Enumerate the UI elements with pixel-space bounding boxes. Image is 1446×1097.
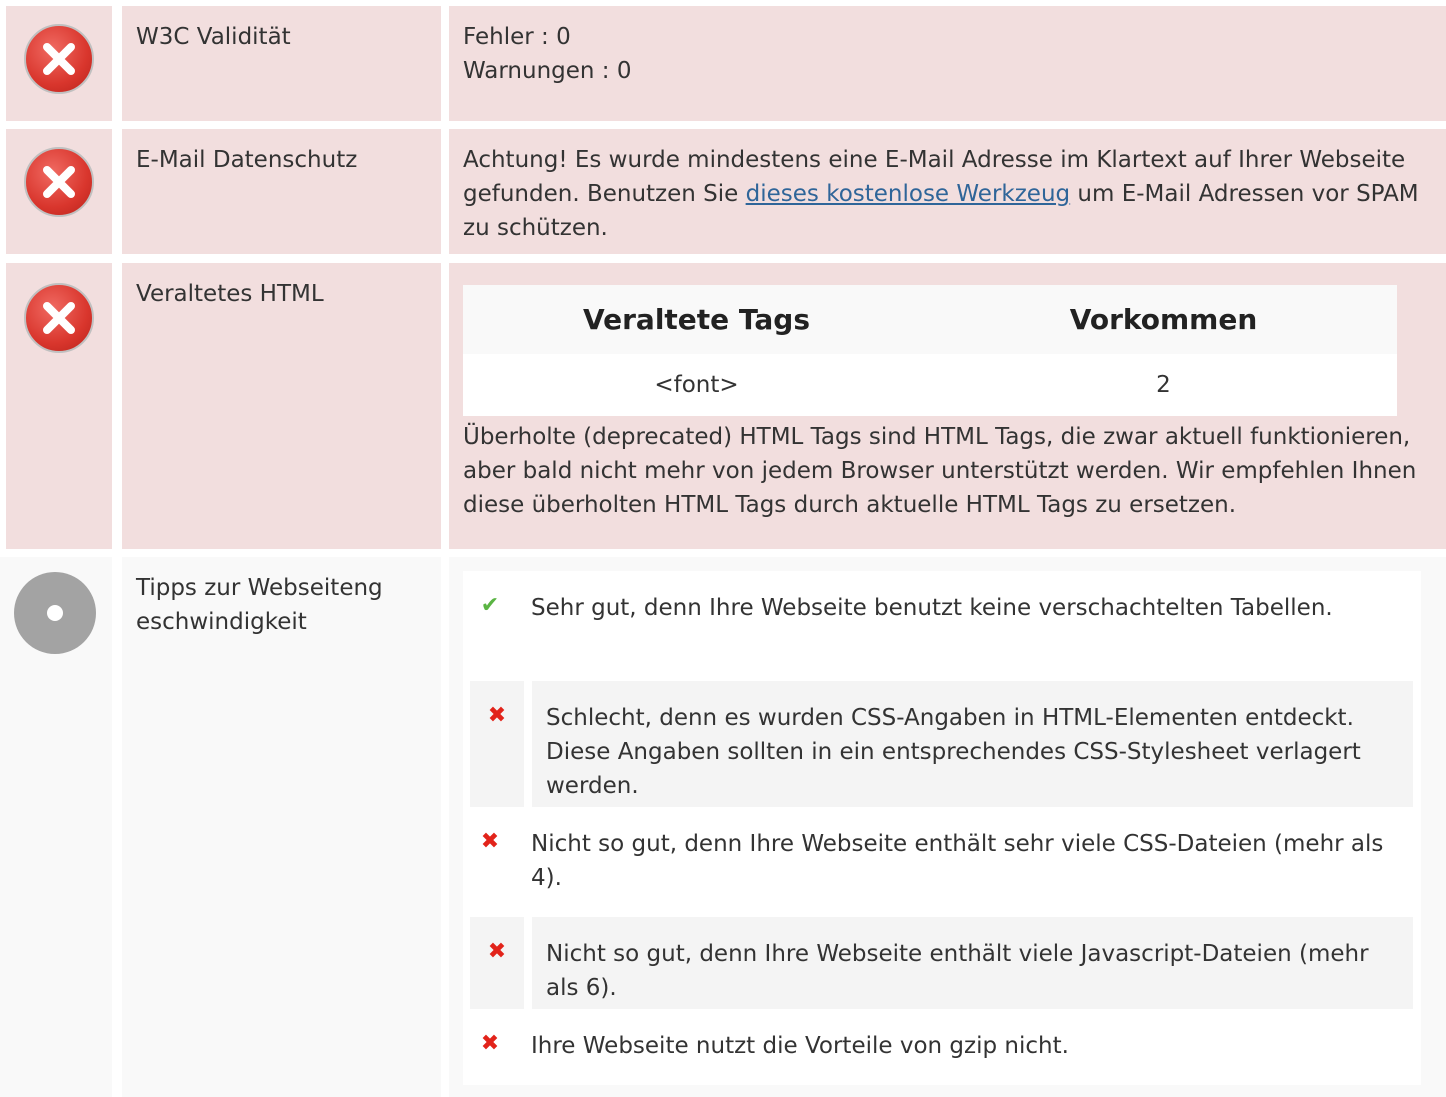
check-row-deprecated-html: Veraltetes HTML Veraltete Tags Vorkommen… <box>0 263 1446 549</box>
list-item: ✖ Ihre Webseite nutzt die Vorteile von g… <box>463 1009 1421 1085</box>
error-icon <box>24 283 94 353</box>
status-cell <box>0 557 112 1097</box>
cross-icon: ✖ <box>480 829 500 854</box>
check-row-w3c: W3C Validität Fehler : 0 Warnungen : 0 <box>0 6 1446 121</box>
status-cell <box>6 263 112 549</box>
table-row: <font> 2 <box>463 354 1397 416</box>
list-item: ✔ Sehr gut, denn Ihre Webseite benutzt k… <box>463 571 1421 681</box>
tip-text: Sehr gut, denn Ihre Webseite benutzt kei… <box>531 595 1333 621</box>
count-cell: 2 <box>930 354 1397 416</box>
row-label: Veraltetes HTML <box>122 263 441 549</box>
deprecated-tags-table: Veraltete Tags Vorkommen <font> 2 <box>463 285 1397 416</box>
tag-cell: <font> <box>463 354 930 416</box>
check-row-speed-tips: Tipps zur Webseiteng eschwindigkeit ✔ Se… <box>0 557 1446 1097</box>
tip-text: Nicht so gut, denn Ihre Webseite enthält… <box>531 831 1384 891</box>
error-icon <box>24 147 94 217</box>
tip-text: Ihre Webseite nutzt die Vorteile von gzi… <box>531 1033 1069 1059</box>
row-value: Fehler : 0 Warnungen : 0 <box>449 6 1446 121</box>
warnings-count: Warnungen : 0 <box>463 58 632 84</box>
deprecated-description: Überholte (deprecated) HTML Tags sind HT… <box>463 424 1417 518</box>
list-item: ✖ Nicht so gut, denn Ihre Webseite enthä… <box>463 807 1421 917</box>
check-icon: ✔ <box>480 593 500 618</box>
cross-icon: ✖ <box>470 681 524 807</box>
row-value: ✔ Sehr gut, denn Ihre Webseite benutzt k… <box>449 557 1446 1097</box>
free-tool-link[interactable]: dieses kostenlose Werkzeug <box>746 181 1071 207</box>
cross-icon: ✖ <box>480 1031 500 1056</box>
check-row-email: E-Mail Datenschutz Achtung! Es wurde min… <box>0 129 1446 254</box>
list-item: ✖ Nicht so gut, denn Ihre Webseite enthä… <box>470 917 1421 1009</box>
column-header-count: Vorkommen <box>930 285 1397 354</box>
status-cell <box>6 6 112 121</box>
tip-text: Schlecht, denn es wurden CSS-Angaben in … <box>532 681 1413 807</box>
row-label: E-Mail Datenschutz <box>122 129 441 254</box>
status-cell <box>6 129 112 254</box>
tips-list: ✔ Sehr gut, denn Ihre Webseite benutzt k… <box>463 571 1421 1085</box>
row-value: Veraltete Tags Vorkommen <font> 2 Überho… <box>449 263 1446 549</box>
column-header-tags: Veraltete Tags <box>463 285 930 354</box>
error-icon <box>24 24 94 94</box>
tip-text: Nicht so gut, denn Ihre Webseite enthält… <box>532 917 1413 1009</box>
errors-count: Fehler : 0 <box>463 24 571 50</box>
row-label: W3C Validität <box>122 6 441 121</box>
neutral-status-icon <box>14 572 96 654</box>
row-label: Tipps zur Webseiteng eschwindigkeit <box>122 557 441 1097</box>
list-item: ✖ Schlecht, denn es wurden CSS-Angaben i… <box>470 681 1421 807</box>
row-value: Achtung! Es wurde mindestens eine E-Mail… <box>449 129 1446 254</box>
cross-icon: ✖ <box>470 917 524 1009</box>
